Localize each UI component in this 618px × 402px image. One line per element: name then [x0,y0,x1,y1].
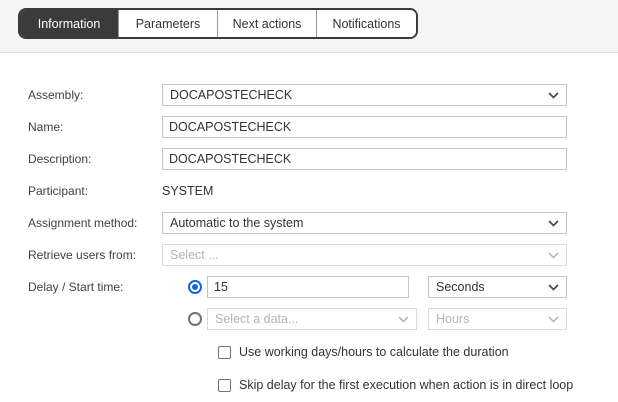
working-hours-checkbox[interactable] [218,346,231,359]
assembly-label: Assembly: [28,88,162,102]
tab-information-label: Information [38,17,101,31]
delay-fixed-radio[interactable] [188,280,202,294]
participant-value: SYSTEM [162,184,213,198]
delay-value-input[interactable] [207,276,409,298]
delay-unit-select-value: Seconds [436,280,542,294]
chevron-down-icon [548,316,559,323]
retrieve-users-row: Retrieve users from: Select ... [28,244,618,266]
tab-information[interactable]: Information [20,10,119,37]
working-hours-row: Use working days/hours to calculate the … [190,345,618,359]
delay-data-select-placeholder: Select a data... [215,312,392,326]
skip-delay-row: Skip delay for the first execution when … [190,378,618,392]
assignment-method-label: Assignment method: [28,216,162,230]
skip-delay-checkbox-label: Skip delay for the first execution when … [239,378,573,392]
delay-unit-select[interactable]: Seconds [428,276,567,298]
delay-data-row: Select a data... Hours [28,308,618,330]
delay-fixed-row: Delay / Start time: Seconds [28,276,618,298]
retrieve-users-label: Retrieve users from: [28,248,162,262]
delay-data-select: Select a data... [207,308,417,330]
retrieve-users-select-placeholder: Select ... [170,248,542,262]
description-label: Description: [28,152,162,166]
name-input[interactable] [162,116,567,138]
skip-delay-checkbox[interactable] [218,379,231,392]
retrieve-users-select: Select ... [162,244,567,266]
participant-row: Participant: SYSTEM [28,180,618,202]
delay-data-unit-select: Hours [428,308,567,330]
tab-parameters-label: Parameters [136,17,201,31]
tab-next-actions-label: Next actions [233,17,302,31]
assignment-method-select-value: Automatic to the system [170,216,542,230]
chevron-down-icon [548,284,559,291]
chevron-down-icon [548,220,559,227]
delay-data-unit-value: Hours [436,312,542,326]
participant-label: Participant: [28,184,162,198]
information-form: Assembly: DOCAPOSTECHECK Name: Descripti… [0,53,618,392]
description-input[interactable] [162,148,567,170]
working-hours-checkbox-label: Use working days/hours to calculate the … [239,345,509,359]
tab-group: Information Parameters Next actions Noti… [18,8,418,39]
delay-start-time-label: Delay / Start time: [28,280,162,294]
tab-band: Information Parameters Next actions Noti… [0,0,618,53]
chevron-down-icon [398,316,409,323]
assembly-row: Assembly: DOCAPOSTECHECK [28,84,618,106]
assembly-select-value: DOCAPOSTECHECK [170,88,542,102]
chevron-down-icon [548,252,559,259]
assignment-method-row: Assignment method: Automatic to the syst… [28,212,618,234]
tab-next-actions[interactable]: Next actions [218,10,317,37]
assembly-select[interactable]: DOCAPOSTECHECK [162,84,567,106]
chevron-down-icon [548,92,559,99]
assignment-method-select[interactable]: Automatic to the system [162,212,567,234]
delay-data-radio[interactable] [188,312,202,326]
name-row: Name: [28,116,618,138]
description-row: Description: [28,148,618,170]
tab-parameters[interactable]: Parameters [119,10,218,37]
tab-notifications[interactable]: Notifications [317,10,416,37]
tab-notifications-label: Notifications [332,17,400,31]
name-label: Name: [28,120,162,134]
